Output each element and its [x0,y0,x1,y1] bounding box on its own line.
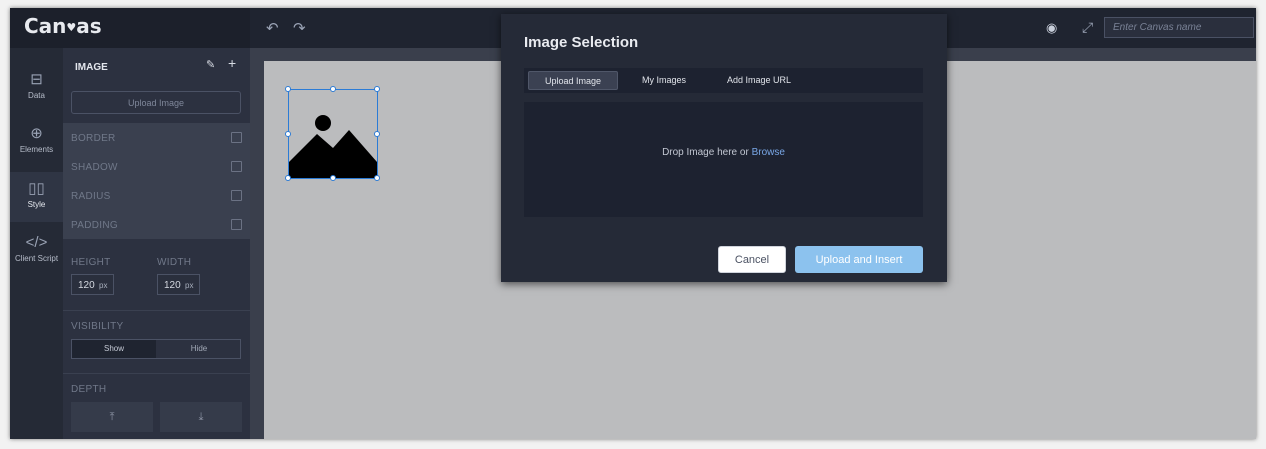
undo-icon[interactable]: ↶ [266,19,279,37]
redo-icon[interactable]: ↷ [293,19,306,37]
plus-icon[interactable]: + [228,55,236,71]
height-label: HEIGHT [71,257,111,268]
rail-item-data[interactable]: ⊟ Data [10,70,63,100]
canvas-logo: Can♥as [24,14,102,38]
code-icon: </> [25,234,48,251]
eye-icon[interactable]: ◉ [1046,20,1057,36]
visibility-toggle: Show Hide [71,339,241,359]
padding-checkbox[interactable] [231,219,242,230]
properties-title: IMAGE [75,62,108,73]
image-placeholder-icon [289,115,377,178]
modal-title: Image Selection [524,34,639,51]
canvas-name-input[interactable] [1104,17,1254,38]
logo-area: Can♥as [10,8,250,48]
cancel-button[interactable]: Cancel [718,246,786,273]
drop-text: Drop Image here or Browse [662,147,785,158]
resize-handle[interactable] [374,131,380,137]
border-checkbox[interactable] [231,132,242,143]
tab-my-images[interactable]: My Images [629,71,699,90]
padding-toggle-row[interactable]: PADDING [63,210,250,239]
upload-and-insert-button[interactable]: Upload and Insert [795,246,923,273]
border-toggle-row[interactable]: BORDER [63,123,250,152]
width-input[interactable]: 120 px [157,274,200,295]
resize-handle[interactable] [374,86,380,92]
app-window: Can♥as ↶ ↷ ◉ ⤢ ⊟ Data ⊕ Elements ▯▯ Styl… [10,8,1256,439]
tab-add-image-url[interactable]: Add Image URL [714,71,804,90]
resize-handle[interactable] [285,175,291,181]
shadow-toggle-row[interactable]: SHADOW [63,152,250,181]
drop-zone[interactable]: Drop Image here or Browse [524,102,923,217]
divider [63,310,250,311]
pencil-icon[interactable]: ✎ [206,58,215,71]
rail-item-style[interactable]: ▯▯ Style [10,172,63,222]
bring-forward-icon: ⤒ [109,411,115,423]
resize-handle[interactable] [285,131,291,137]
height-input[interactable]: 120 px [71,274,114,295]
width-label: WIDTH [157,257,192,268]
send-backward-button[interactable]: ⤓ [160,402,242,432]
expand-icon[interactable]: ⤢ [1082,19,1093,36]
logo-heart-icon: ♥ [66,21,77,34]
visibility-show-button[interactable]: Show [72,340,156,358]
resize-handle[interactable] [374,175,380,181]
radius-toggle-row[interactable]: RADIUS [63,181,250,210]
visibility-hide-button[interactable]: Hide [157,340,241,358]
image-selection-modal: Image Selection Upload Image My Images A… [501,14,947,282]
data-icon: ⊟ [30,71,43,88]
upload-image-button[interactable]: Upload Image [71,91,241,114]
properties-header: IMAGE ✎ + [63,48,250,84]
resize-handle[interactable] [330,175,336,181]
shadow-checkbox[interactable] [231,161,242,172]
visibility-label: VISIBILITY [71,321,124,332]
properties-panel: IMAGE ✎ + Upload Image BORDER SHADOW RAD… [63,48,250,439]
modal-tabs: Upload Image My Images Add Image URL [524,68,923,93]
image-element[interactable] [285,86,380,181]
depth-label: DEPTH [71,384,107,395]
divider [63,373,250,374]
resize-handle[interactable] [285,86,291,92]
send-backward-icon: ⤓ [198,411,204,423]
radius-checkbox[interactable] [231,190,242,201]
style-icon: ▯▯ [28,180,45,197]
rail-item-elements[interactable]: ⊕ Elements [10,124,63,154]
left-rail: ⊟ Data ⊕ Elements ▯▯ Style </> Client Sc… [10,48,63,439]
rail-item-client-script[interactable]: </> Client Script [10,234,63,263]
tab-upload-image[interactable]: Upload Image [528,71,618,90]
bring-forward-button[interactable]: ⤒ [71,402,153,432]
plus-circle-icon: ⊕ [30,125,43,142]
browse-link[interactable]: Browse [752,147,785,158]
resize-handle[interactable] [330,86,336,92]
